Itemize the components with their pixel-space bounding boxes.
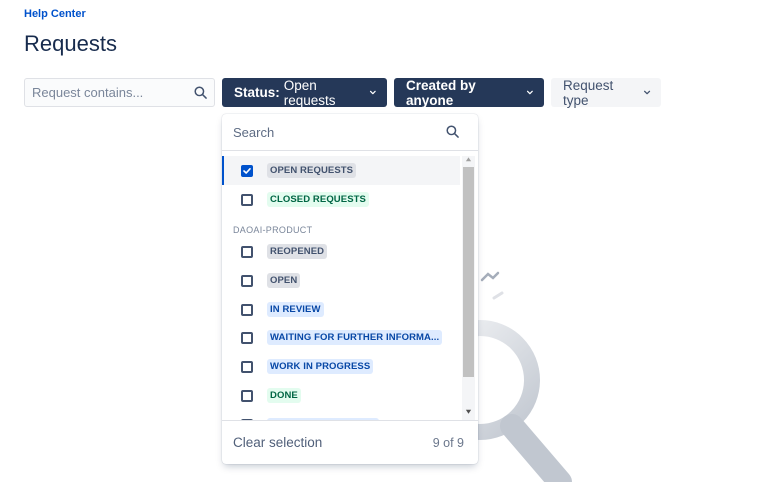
status-filter-key: Status: [234, 85, 280, 100]
status-lozenge: WORK IN PROGRESS [267, 359, 374, 374]
request-type-label: Request type [563, 77, 614, 108]
status-lozenge: OPEN REQUESTS [267, 163, 357, 178]
group-heading: DAOAI-PRODUCT [233, 225, 313, 235]
status-lozenge: CLOSED REQUESTS [267, 192, 369, 207]
page-title: Requests [24, 31, 117, 56]
filter-bar: Status: Open requests Created by anyone … [24, 77, 661, 108]
status-option[interactable]: IN REVIEW [222, 295, 460, 324]
search-icon[interactable] [194, 86, 207, 99]
status-option-list[interactable]: OPEN REQUESTS CLOSED REQUESTS DAOAI-PROD… [222, 156, 478, 420]
search-icon [446, 125, 459, 138]
status-dropdown: OPEN REQUESTS CLOSED REQUESTS DAOAI-PROD… [222, 114, 478, 464]
scroll-up-arrow-icon[interactable] [465, 156, 472, 163]
checkbox[interactable] [241, 389, 253, 402]
status-filter-value: Open requests [283, 77, 336, 108]
chevron-down-icon [370, 90, 377, 95]
checkbox[interactable] [241, 360, 253, 373]
checkbox-checked[interactable] [241, 164, 253, 177]
checkbox[interactable] [241, 193, 253, 206]
scrollbar-thumb[interactable] [463, 167, 474, 377]
request-type-filter-button[interactable]: Request type [551, 77, 661, 108]
status-search-box[interactable] [222, 114, 478, 151]
status-option[interactable]: WAITING FOR FURTHER INFORMA... [222, 323, 460, 352]
selection-count: 9 of 9 [432, 435, 464, 450]
created-by-filter-button[interactable]: Created by anyone [394, 77, 544, 108]
checkbox[interactable] [241, 303, 253, 316]
status-option[interactable]: OPEN [222, 266, 460, 295]
status-lozenge: IN REVIEW [267, 302, 324, 317]
status-option[interactable]: OPEN REQUESTS [222, 156, 460, 185]
status-lozenge: OPEN [267, 273, 301, 288]
checkbox[interactable] [241, 331, 253, 344]
created-by-label: Created by anyone [406, 77, 476, 108]
status-option[interactable]: WORK IN PROGRESS [222, 352, 460, 381]
scrollbar[interactable] [462, 156, 475, 420]
status-option-partial[interactable] [222, 410, 460, 420]
status-lozenge: DONE [267, 388, 301, 403]
check-icon [243, 167, 251, 174]
breadcrumb[interactable]: Help Center [24, 8, 86, 20]
scroll-down-arrow-icon[interactable] [465, 408, 472, 415]
status-lozenge: REOPENED [267, 244, 328, 259]
request-search-input[interactable] [25, 79, 185, 106]
status-filter-button[interactable]: Status: Open requests [222, 77, 387, 108]
chevron-down-icon [527, 90, 534, 95]
status-search-input[interactable] [222, 114, 422, 150]
dropdown-footer: Clear selection 9 of 9 [222, 420, 478, 464]
checkbox[interactable] [241, 274, 253, 287]
status-option[interactable]: CLOSED REQUESTS [222, 185, 460, 214]
status-option[interactable]: DONE [222, 381, 460, 410]
status-option[interactable]: REOPENED [222, 237, 460, 266]
status-lozenge: WAITING FOR FURTHER INFORMA... [267, 330, 443, 345]
chevron-down-icon [643, 90, 651, 95]
request-search-box[interactable] [24, 78, 215, 107]
checkbox[interactable] [241, 245, 253, 258]
clear-selection-button[interactable]: Clear selection [233, 435, 322, 450]
